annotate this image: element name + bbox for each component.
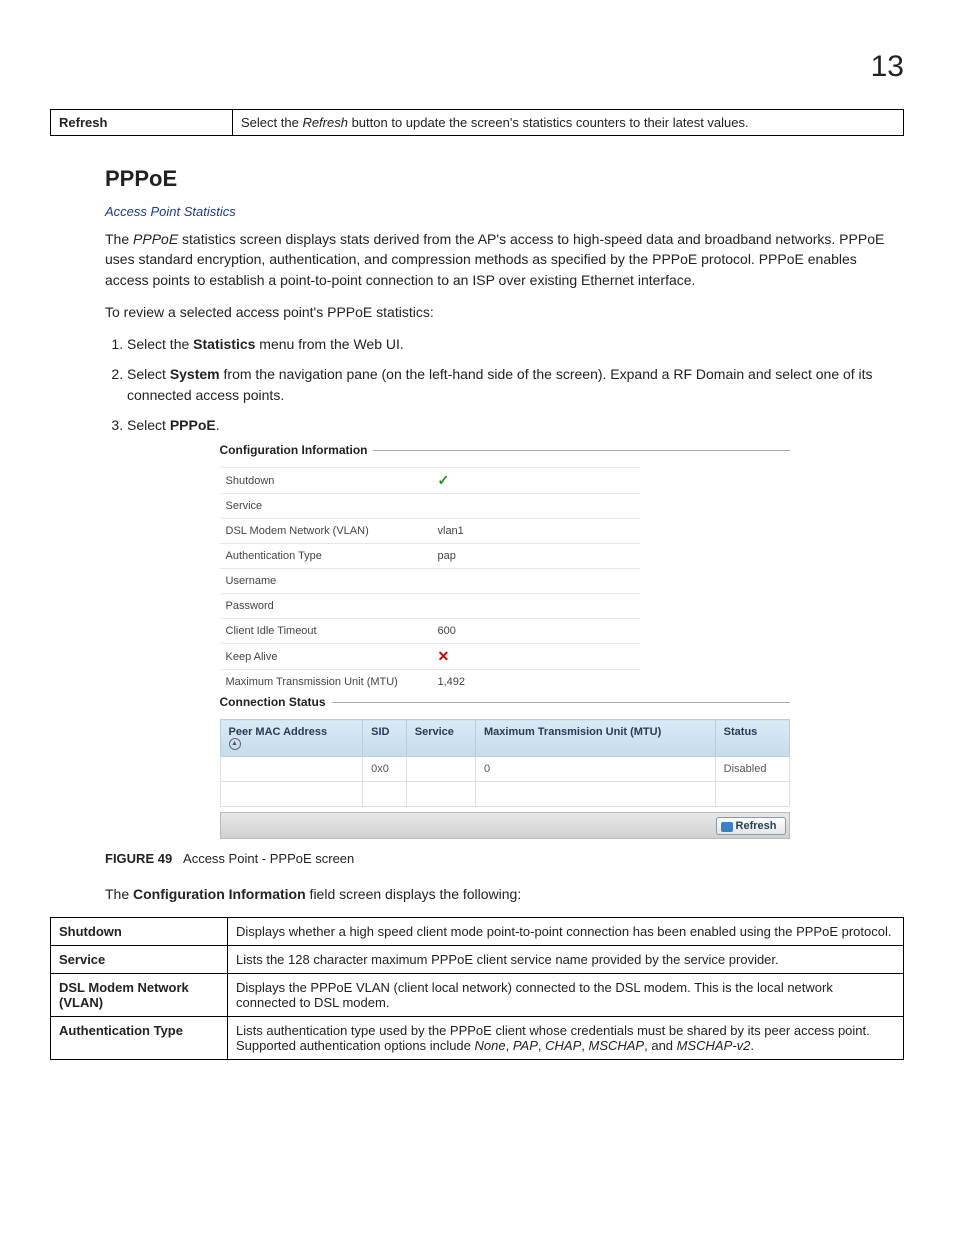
step-1: Select the Statistics menu from the Web … [127, 334, 904, 354]
refresh-description: Select the Refresh button to update the … [233, 110, 904, 136]
sort-icon[interactable]: ▲ [229, 738, 241, 750]
connection-status-table: Peer MAC Address▲ SID Service Maximum Tr… [220, 719, 790, 807]
cross-icon: ✕ [438, 648, 450, 664]
refresh-label: Refresh [51, 110, 233, 136]
row-service-label: Service [51, 945, 228, 973]
col-mtu[interactable]: Maximum Transmision Unit (MTU) [476, 720, 716, 757]
steps-list: Select the Statistics menu from the Web … [105, 334, 904, 435]
row-dsl-label: DSL Modem Network (VLAN) [51, 973, 228, 1016]
row-auth-label: Authentication Type [51, 1016, 228, 1059]
intro-paragraph-1: The PPPoE statistics screen displays sta… [105, 229, 904, 290]
refresh-button[interactable]: Refresh [716, 817, 786, 835]
figure-pppoe-screen: Configuration Information Shutdown✓ Serv… [220, 450, 790, 839]
col-status[interactable]: Status [715, 720, 789, 757]
config-fields-description-table: Shutdown Displays whether a high speed c… [50, 917, 904, 1060]
row-shutdown-text: Displays whether a high speed client mod… [228, 917, 904, 945]
step-3: Select PPPoE. [127, 415, 904, 435]
refresh-icon [721, 822, 733, 832]
row-service-text: Lists the 128 character maximum PPPoE cl… [228, 945, 904, 973]
row-dsl-text: Displays the PPPoE VLAN (client local ne… [228, 973, 904, 1016]
config-info-table: Shutdown✓ Service DSL Modem Network (VLA… [220, 467, 640, 694]
col-service[interactable]: Service [406, 720, 475, 757]
table-row: 0x0 0 Disabled [220, 757, 789, 782]
post-figure-text: The Configuration Information field scre… [105, 884, 904, 904]
section-title: PPPoE [105, 166, 904, 192]
connection-status-legend: Connection Status [220, 695, 332, 709]
intro-paragraph-2: To review a selected access point's PPPo… [105, 302, 904, 322]
col-sid[interactable]: SID [363, 720, 407, 757]
table-row [220, 782, 789, 807]
step-2: Select System from the navigation pane (… [127, 364, 904, 405]
breadcrumb: Access Point Statistics [105, 204, 904, 219]
row-shutdown-label: Shutdown [51, 917, 228, 945]
figure-caption: FIGURE 49 Access Point - PPPoE screen [105, 851, 904, 866]
col-peer-mac[interactable]: Peer MAC Address▲ [220, 720, 363, 757]
config-info-legend: Configuration Information [220, 443, 374, 457]
button-bar: Refresh [220, 812, 790, 839]
row-auth-text: Lists authentication type used by the PP… [228, 1016, 904, 1059]
refresh-description-table: Refresh Select the Refresh button to upd… [50, 109, 904, 136]
chapter-number: 13 [50, 50, 904, 84]
check-icon: ✓ [438, 472, 450, 488]
